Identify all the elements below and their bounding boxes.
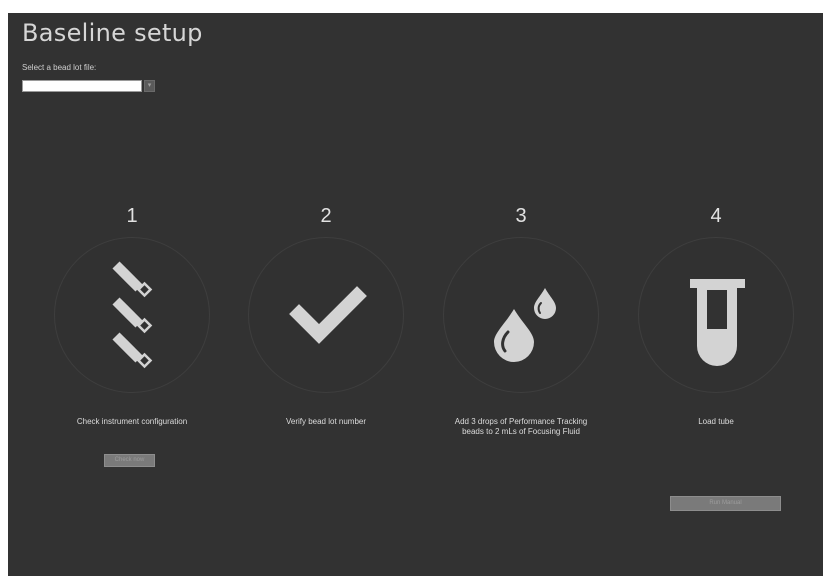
bead-lot-select[interactable] bbox=[22, 80, 142, 92]
step-4-circle bbox=[638, 237, 794, 393]
step-4: 4 Load tube bbox=[626, 203, 806, 427]
step-2-number: 2 bbox=[320, 205, 332, 227]
step-1-circle bbox=[54, 237, 210, 393]
step-2-circle bbox=[248, 237, 404, 393]
step-3-label: Add 3 drops of Performance Tracking bead… bbox=[454, 417, 588, 436]
step-4-number: 4 bbox=[710, 205, 722, 227]
page-title: Baseline setup bbox=[22, 19, 203, 47]
bead-lot-label: Select a bead lot file: bbox=[22, 63, 97, 72]
drops-icon bbox=[494, 288, 556, 362]
step-1-label: Check instrument configuration bbox=[76, 417, 188, 426]
dropdown-arrow-icon[interactable]: ▾ bbox=[144, 80, 155, 92]
step-2: 2 Verify bead lot number bbox=[236, 203, 416, 427]
check-now-button[interactable]: Check now bbox=[104, 454, 155, 467]
main-panel: Baseline setup Select a bead lot file: ▾… bbox=[8, 13, 823, 576]
tubes-icon bbox=[112, 261, 153, 369]
step-3-number: 3 bbox=[515, 205, 527, 227]
step-3: 3 Add 3 drops of Performance Tracking be… bbox=[431, 203, 611, 437]
step-4-label: Load tube bbox=[698, 417, 734, 426]
checkmark-icon bbox=[289, 286, 367, 344]
run-manual-button[interactable]: Run Manual bbox=[670, 496, 781, 511]
step-1-number: 1 bbox=[126, 205, 138, 227]
test-tube-icon bbox=[690, 279, 745, 366]
step-3-circle bbox=[443, 237, 599, 393]
step-2-label: Verify bead lot number bbox=[285, 417, 367, 426]
step-1: 1 Check instrument configuration bbox=[42, 203, 222, 427]
